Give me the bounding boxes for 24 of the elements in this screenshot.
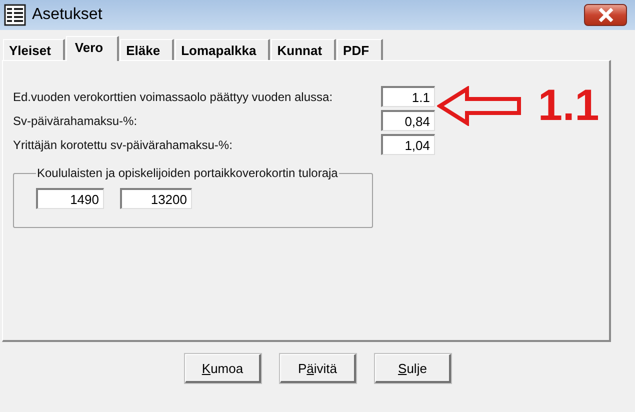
arrow-icon xyxy=(437,86,523,126)
field-label: Sv-päivärahamaksu-%: xyxy=(13,114,138,128)
input-field[interactable]: 0,84 xyxy=(381,110,435,131)
annotation-text: 1.1 xyxy=(538,81,600,131)
group-title: Koululaisten ja opiskelijoiden portaikkoverokortin tuloraja xyxy=(36,166,339,180)
tab[interactable]: Kunnat xyxy=(271,39,336,60)
dialog-button[interactable]: Päivitä xyxy=(280,354,356,383)
input-field[interactable]: 1490 xyxy=(36,188,104,209)
close-icon xyxy=(598,8,614,22)
field-label: Yrittäjän korotettu sv-päivärahamaksu-%: xyxy=(13,138,232,152)
tab[interactable]: Yleiset xyxy=(3,39,65,60)
window-title: Asetukset xyxy=(32,6,104,24)
app-icon xyxy=(4,4,26,26)
close-button[interactable] xyxy=(584,4,627,26)
tab[interactable]: Lomapalkka xyxy=(175,39,270,60)
tab[interactable]: PDF xyxy=(337,39,384,60)
input-field[interactable]: 1.1 xyxy=(381,86,435,107)
field-label: Ed.vuoden verokorttien voimassaolo päättyy vuoden alussa: xyxy=(13,90,333,104)
dialog-button[interactable]: Kumoa xyxy=(185,354,261,383)
dialog-button[interactable]: Sulje xyxy=(375,354,451,383)
input-field[interactable]: 1,04 xyxy=(381,134,435,155)
tab[interactable]: Eläke xyxy=(120,39,174,60)
input-field[interactable]: 13200 xyxy=(120,188,192,209)
tab[interactable]: Vero xyxy=(66,36,120,61)
